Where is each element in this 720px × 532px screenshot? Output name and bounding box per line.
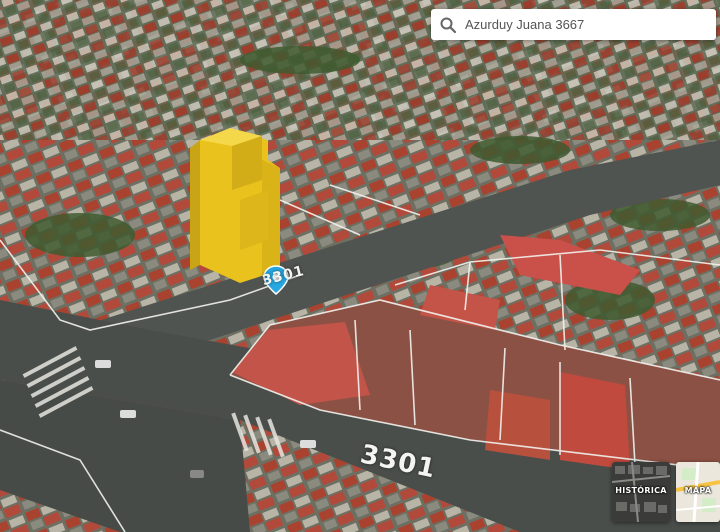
historic-layer-label: HISTÓRICA bbox=[615, 486, 667, 495]
search-box[interactable] bbox=[431, 9, 716, 40]
search-input[interactable] bbox=[463, 10, 716, 39]
satellite-map[interactable] bbox=[0, 0, 720, 532]
highlighted-building-3d bbox=[190, 128, 280, 283]
historic-layer-button[interactable]: HISTÓRICA bbox=[612, 462, 670, 522]
search-icon[interactable] bbox=[439, 16, 457, 34]
map-layer-label: MAPA bbox=[684, 486, 712, 495]
roof-red-3 bbox=[485, 390, 550, 460]
map-layer-button[interactable]: MAPA bbox=[676, 462, 720, 522]
